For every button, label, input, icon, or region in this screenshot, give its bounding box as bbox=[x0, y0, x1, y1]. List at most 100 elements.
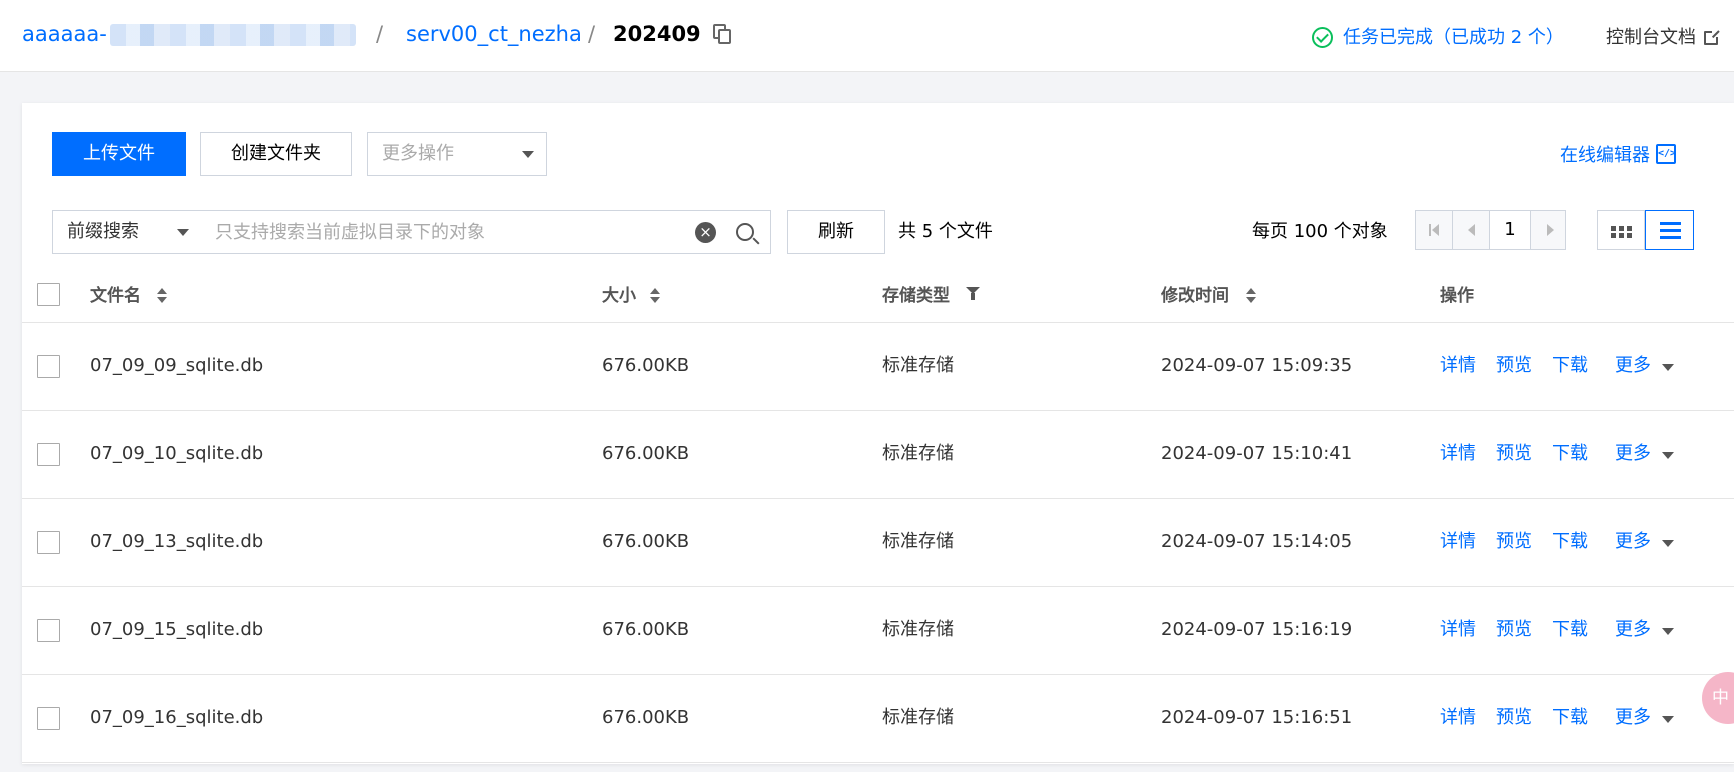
file-size: 676.00KB bbox=[602, 355, 690, 376]
page-number-input[interactable]: 1 bbox=[1489, 210, 1531, 250]
table-header: 文件名 大小 存储类型 修改时间 操作 bbox=[22, 273, 1734, 323]
per-page-selector[interactable]: 每页 100 个对象 bbox=[1252, 218, 1388, 246]
preview-link[interactable]: 预览 bbox=[1496, 704, 1532, 732]
grid-view-icon bbox=[1627, 226, 1632, 231]
chevron-down-icon[interactable] bbox=[1662, 364, 1674, 371]
modified-time: 2024-09-07 15:16:19 bbox=[1161, 619, 1353, 640]
column-header-storage-type[interactable]: 存储类型 bbox=[882, 283, 950, 309]
sort-icon[interactable] bbox=[157, 288, 167, 304]
file-name[interactable]: 07_09_09_sqlite.db bbox=[90, 352, 263, 380]
column-header-name[interactable]: 文件名 bbox=[90, 283, 141, 309]
table-row: 07_09_10_sqlite.db 676.00KB 标准存储 2024-09… bbox=[22, 411, 1734, 499]
modified-time: 2024-09-07 15:10:41 bbox=[1161, 443, 1353, 464]
list-view-icon bbox=[1660, 222, 1681, 225]
sort-icon[interactable] bbox=[1246, 288, 1256, 304]
more-dropdown[interactable]: 更多 bbox=[1615, 704, 1651, 732]
modified-time: 2024-09-07 15:09:35 bbox=[1161, 355, 1353, 376]
prev-page-button[interactable] bbox=[1452, 210, 1490, 250]
row-checkbox[interactable] bbox=[37, 531, 60, 554]
breadcrumb-separator: / bbox=[376, 22, 384, 46]
download-link[interactable]: 下载 bbox=[1552, 440, 1588, 468]
row-checkbox[interactable] bbox=[37, 355, 60, 378]
file-size: 676.00KB bbox=[602, 443, 690, 464]
breadcrumb-current: 202409 bbox=[613, 22, 701, 46]
chevron-down-icon[interactable] bbox=[1662, 628, 1674, 635]
details-link[interactable]: 详情 bbox=[1440, 704, 1476, 732]
file-size: 676.00KB bbox=[602, 619, 690, 640]
success-check-icon bbox=[1312, 27, 1333, 48]
chevron-down-icon bbox=[522, 151, 534, 158]
preview-link[interactable]: 预览 bbox=[1496, 440, 1532, 468]
online-editor-link[interactable]: 在线编辑器 bbox=[1560, 142, 1650, 170]
chevron-down-icon[interactable] bbox=[1662, 716, 1674, 723]
preview-link[interactable]: 预览 bbox=[1496, 352, 1532, 380]
clear-icon[interactable]: × bbox=[695, 222, 716, 243]
create-folder-button[interactable]: 创建文件夹 bbox=[200, 132, 352, 176]
chevron-down-icon[interactable] bbox=[1662, 452, 1674, 459]
storage-type: 标准存储 bbox=[882, 707, 954, 728]
list-view-icon bbox=[1660, 229, 1681, 232]
first-page-arrow-icon bbox=[1432, 224, 1439, 236]
download-link[interactable]: 下载 bbox=[1552, 704, 1588, 732]
file-name[interactable]: 07_09_13_sqlite.db bbox=[90, 528, 263, 556]
column-header-size[interactable]: 大小 bbox=[602, 283, 636, 309]
first-page-button[interactable] bbox=[1415, 210, 1453, 250]
more-dropdown[interactable]: 更多 bbox=[1615, 440, 1651, 468]
preview-link[interactable]: 预览 bbox=[1496, 528, 1532, 556]
grid-view-icon bbox=[1627, 233, 1632, 238]
search-mode-select[interactable]: 前缀搜索 bbox=[52, 210, 202, 254]
row-checkbox[interactable] bbox=[37, 443, 60, 466]
select-all-checkbox[interactable] bbox=[37, 283, 60, 306]
details-link[interactable]: 详情 bbox=[1440, 352, 1476, 380]
download-link[interactable]: 下载 bbox=[1552, 616, 1588, 644]
details-link[interactable]: 详情 bbox=[1440, 616, 1476, 644]
code-editor-icon[interactable]: </> bbox=[1656, 144, 1676, 164]
file-name[interactable]: 07_09_10_sqlite.db bbox=[90, 440, 263, 468]
more-actions-label: 更多操作 bbox=[382, 143, 454, 164]
grid-view-button[interactable] bbox=[1597, 210, 1645, 250]
details-link[interactable]: 详情 bbox=[1440, 440, 1476, 468]
task-status-link[interactable]: 任务已完成（已成功 2 个） bbox=[1343, 24, 1564, 52]
details-link[interactable]: 详情 bbox=[1440, 528, 1476, 556]
list-view-button[interactable] bbox=[1645, 210, 1694, 250]
file-size: 676.00KB bbox=[602, 707, 690, 728]
first-page-icon bbox=[1429, 224, 1431, 236]
external-link-icon[interactable] bbox=[1704, 29, 1720, 45]
preview-link[interactable]: 预览 bbox=[1496, 616, 1532, 644]
storage-type: 标准存储 bbox=[882, 443, 954, 464]
column-header-modified-time[interactable]: 修改时间 bbox=[1161, 283, 1229, 309]
more-dropdown[interactable]: 更多 bbox=[1615, 352, 1651, 380]
console-doc-link[interactable]: 控制台文档 bbox=[1606, 24, 1696, 52]
chevron-down-icon[interactable] bbox=[1662, 540, 1674, 547]
refresh-button[interactable]: 刷新 bbox=[787, 210, 885, 254]
table-row: 07_09_09_sqlite.db 676.00KB 标准存储 2024-09… bbox=[22, 323, 1734, 411]
table-row: 07_09_13_sqlite.db 676.00KB 标准存储 2024-09… bbox=[22, 499, 1734, 587]
file-name[interactable]: 07_09_15_sqlite.db bbox=[90, 616, 263, 644]
breadcrumb-separator: / bbox=[588, 22, 596, 46]
sort-icon[interactable] bbox=[650, 288, 660, 304]
row-checkbox[interactable] bbox=[37, 619, 60, 642]
storage-type: 标准存储 bbox=[882, 355, 954, 376]
more-dropdown[interactable]: 更多 bbox=[1615, 528, 1651, 556]
grid-view-icon bbox=[1611, 233, 1616, 238]
file-name[interactable]: 07_09_16_sqlite.db bbox=[90, 704, 263, 732]
file-count: 共 5 个文件 bbox=[898, 221, 993, 242]
download-link[interactable]: 下载 bbox=[1552, 528, 1588, 556]
search-input[interactable] bbox=[215, 211, 685, 253]
top-header: aaaaaa- / serv00_ct_nezha / 202409 任务已完成… bbox=[0, 0, 1734, 72]
breadcrumb-bucket[interactable]: aaaaaa- bbox=[22, 20, 107, 48]
search-mode-label: 前缀搜索 bbox=[67, 221, 139, 242]
filter-icon[interactable] bbox=[966, 287, 980, 301]
redacted-bucket-name bbox=[110, 24, 356, 46]
copy-icon[interactable] bbox=[713, 24, 733, 46]
upload-file-button[interactable]: 上传文件 bbox=[52, 132, 186, 176]
download-link[interactable]: 下载 bbox=[1552, 352, 1588, 380]
grid-view-icon bbox=[1611, 226, 1616, 231]
more-actions-select[interactable]: 更多操作 bbox=[367, 132, 547, 176]
row-checkbox[interactable] bbox=[37, 707, 60, 730]
next-page-button[interactable] bbox=[1530, 210, 1566, 250]
more-dropdown[interactable]: 更多 bbox=[1615, 616, 1651, 644]
search-icon[interactable] bbox=[736, 223, 754, 241]
breadcrumb-folder[interactable]: serv00_ct_nezha bbox=[406, 20, 582, 48]
table-row: 07_09_15_sqlite.db 676.00KB 标准存储 2024-09… bbox=[22, 587, 1734, 675]
